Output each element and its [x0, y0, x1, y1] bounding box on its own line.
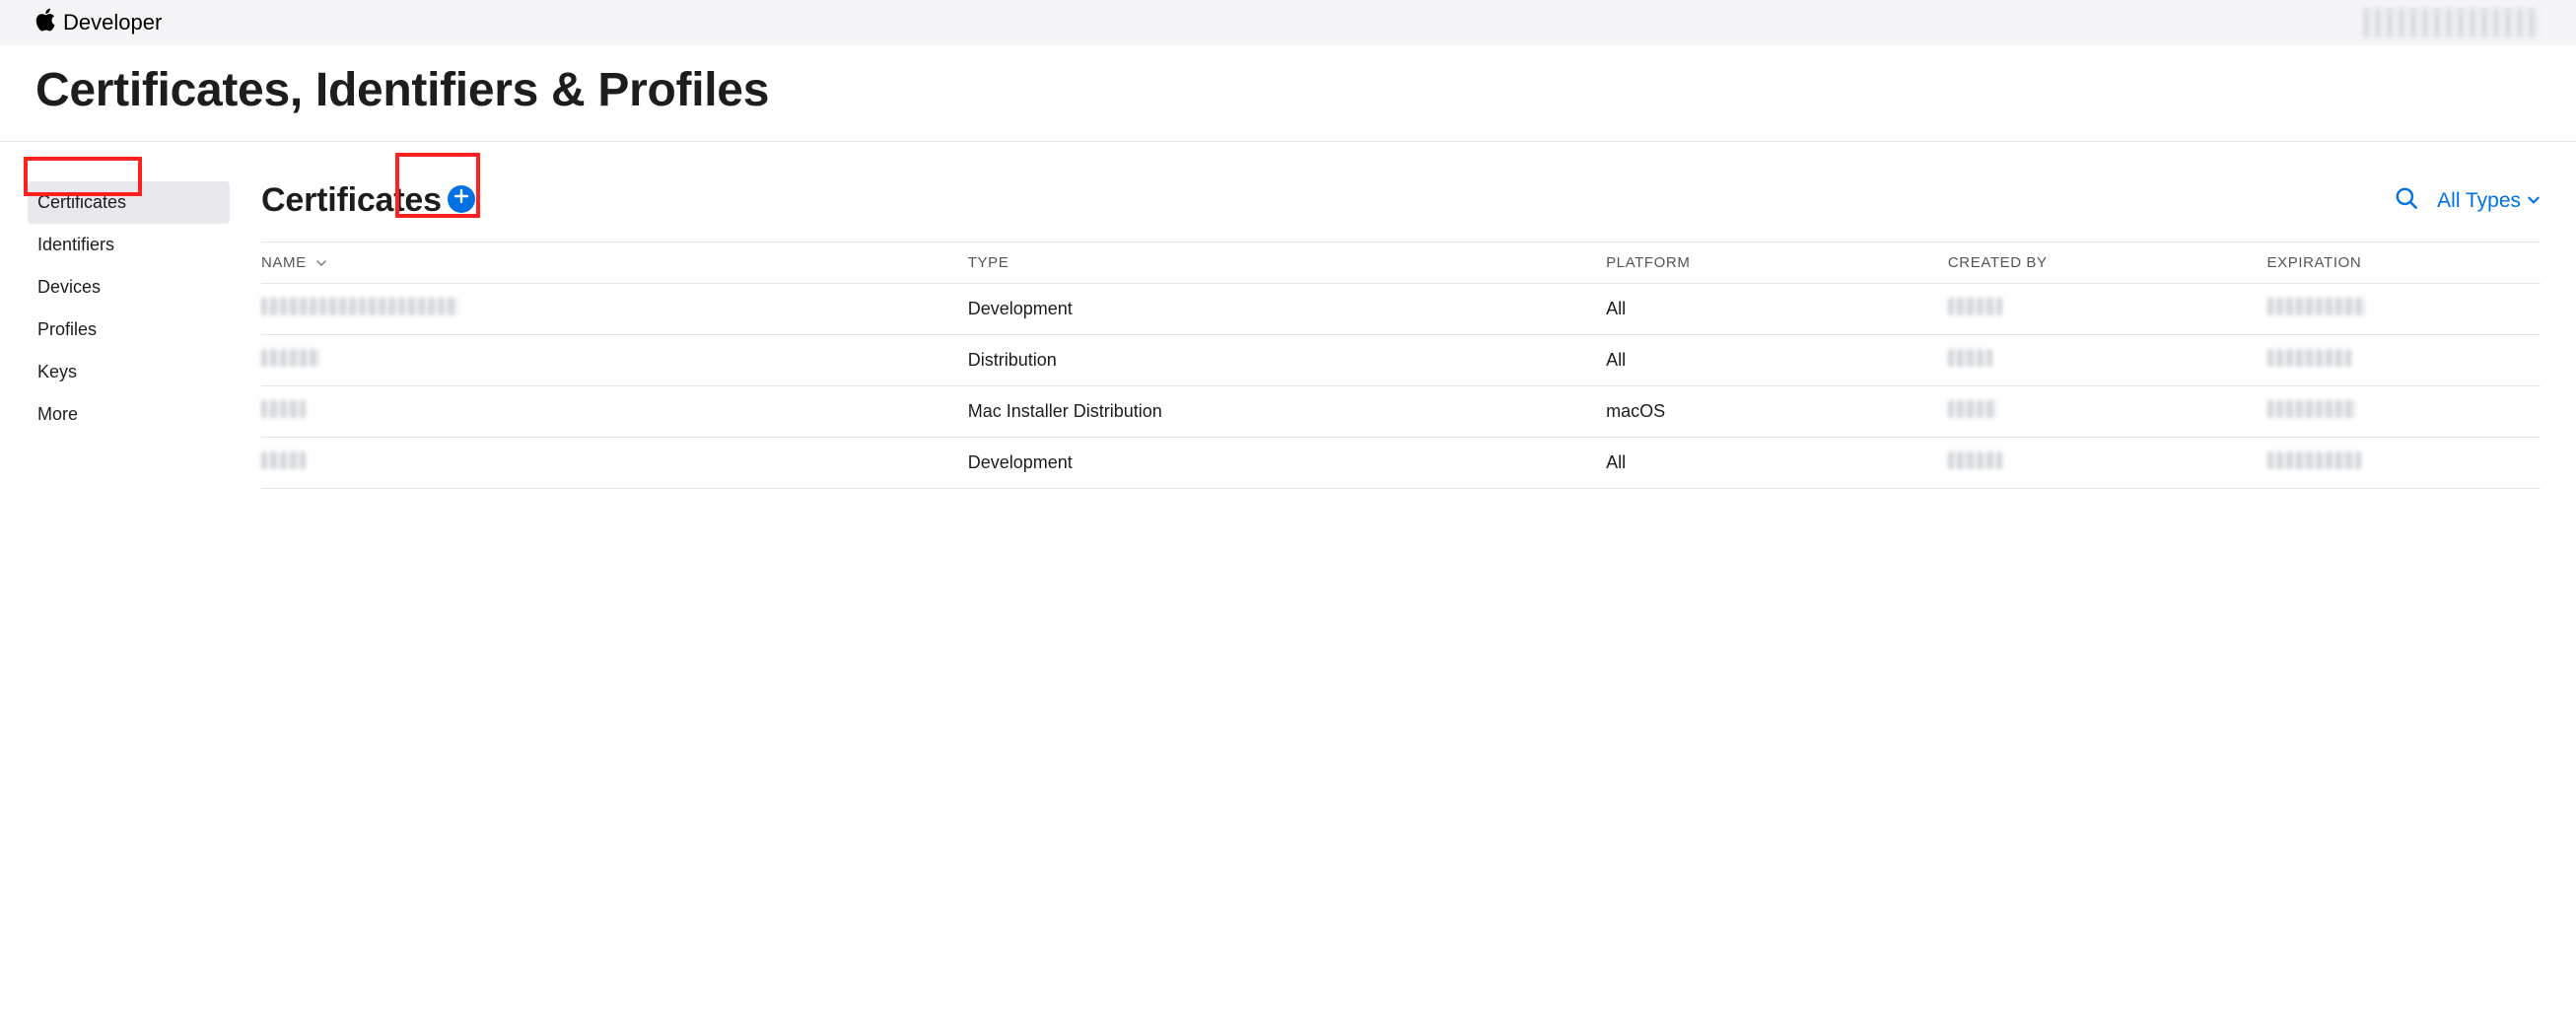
- apple-logo-icon: [35, 8, 55, 37]
- cell-createdby: [1948, 284, 2267, 335]
- brand[interactable]: Developer: [35, 8, 162, 37]
- table-row[interactable]: Development All: [261, 284, 2541, 335]
- cell-platform: All: [1606, 438, 1948, 489]
- sidebar-item-keys[interactable]: Keys: [28, 351, 230, 393]
- cell-name: [261, 438, 968, 489]
- account-menu[interactable]: [2363, 8, 2541, 37]
- brand-text: Developer: [63, 10, 162, 35]
- cell-type: Mac Installer Distribution: [968, 386, 1606, 438]
- sidebar-item-label: Identifiers: [37, 235, 114, 254]
- cell-createdby: [1948, 438, 2267, 489]
- sidebar-item-label: Keys: [37, 362, 77, 381]
- column-header-createdby[interactable]: CREATED BY: [1948, 242, 2267, 284]
- table-row[interactable]: Distribution All: [261, 335, 2541, 386]
- sidebar-item-devices[interactable]: Devices: [28, 266, 230, 309]
- sidebar-item-label: Devices: [37, 277, 101, 297]
- search-icon: [2394, 196, 2419, 215]
- cell-type: Development: [968, 284, 1606, 335]
- section-title: Certificates: [261, 181, 442, 220]
- column-header-expiration[interactable]: EXPIRATION: [2267, 242, 2541, 284]
- page-title: Certificates, Identifiers & Profiles: [35, 63, 2541, 117]
- top-nav: Developer: [0, 0, 2576, 45]
- certificates-table: NAME TYPE PLATFORM CREATED BY EXPIRATION…: [261, 242, 2541, 489]
- filter-label: All Types: [2437, 189, 2521, 213]
- cell-expiration: [2267, 335, 2541, 386]
- sidebar-item-label: More: [37, 404, 78, 424]
- cell-expiration: [2267, 284, 2541, 335]
- cell-expiration: [2267, 438, 2541, 489]
- chevron-down-icon: [2527, 189, 2541, 213]
- table-row[interactable]: Development All: [261, 438, 2541, 489]
- cell-platform: All: [1606, 284, 1948, 335]
- sidebar-item-profiles[interactable]: Profiles: [28, 309, 230, 351]
- chevron-down-icon: [315, 254, 327, 271]
- column-header-type[interactable]: TYPE: [968, 242, 1606, 284]
- type-filter-dropdown[interactable]: All Types: [2437, 189, 2541, 213]
- cell-platform: All: [1606, 335, 1948, 386]
- sidebar: Certificates Identifiers Devices Profile…: [28, 181, 230, 436]
- cell-name: [261, 284, 968, 335]
- main-panel: Certificates All Types: [261, 181, 2541, 489]
- sidebar-item-identifiers[interactable]: Identifiers: [28, 224, 230, 266]
- cell-name: [261, 335, 968, 386]
- search-button[interactable]: [2394, 185, 2419, 216]
- sidebar-item-label: Profiles: [37, 319, 97, 339]
- cell-createdby: [1948, 386, 2267, 438]
- add-certificate-button[interactable]: [448, 185, 475, 213]
- cell-name: [261, 386, 968, 438]
- cell-type: Development: [968, 438, 1606, 489]
- cell-createdby: [1948, 335, 2267, 386]
- cell-type: Distribution: [968, 335, 1606, 386]
- column-header-name[interactable]: NAME: [261, 242, 968, 284]
- plus-icon: [453, 188, 469, 209]
- sidebar-item-label: Certificates: [37, 192, 126, 212]
- table-row[interactable]: Mac Installer Distribution macOS: [261, 386, 2541, 438]
- cell-platform: macOS: [1606, 386, 1948, 438]
- cell-expiration: [2267, 386, 2541, 438]
- column-header-platform[interactable]: PLATFORM: [1606, 242, 1948, 284]
- sidebar-item-certificates[interactable]: Certificates: [28, 181, 230, 224]
- sidebar-item-more[interactable]: More: [28, 393, 230, 436]
